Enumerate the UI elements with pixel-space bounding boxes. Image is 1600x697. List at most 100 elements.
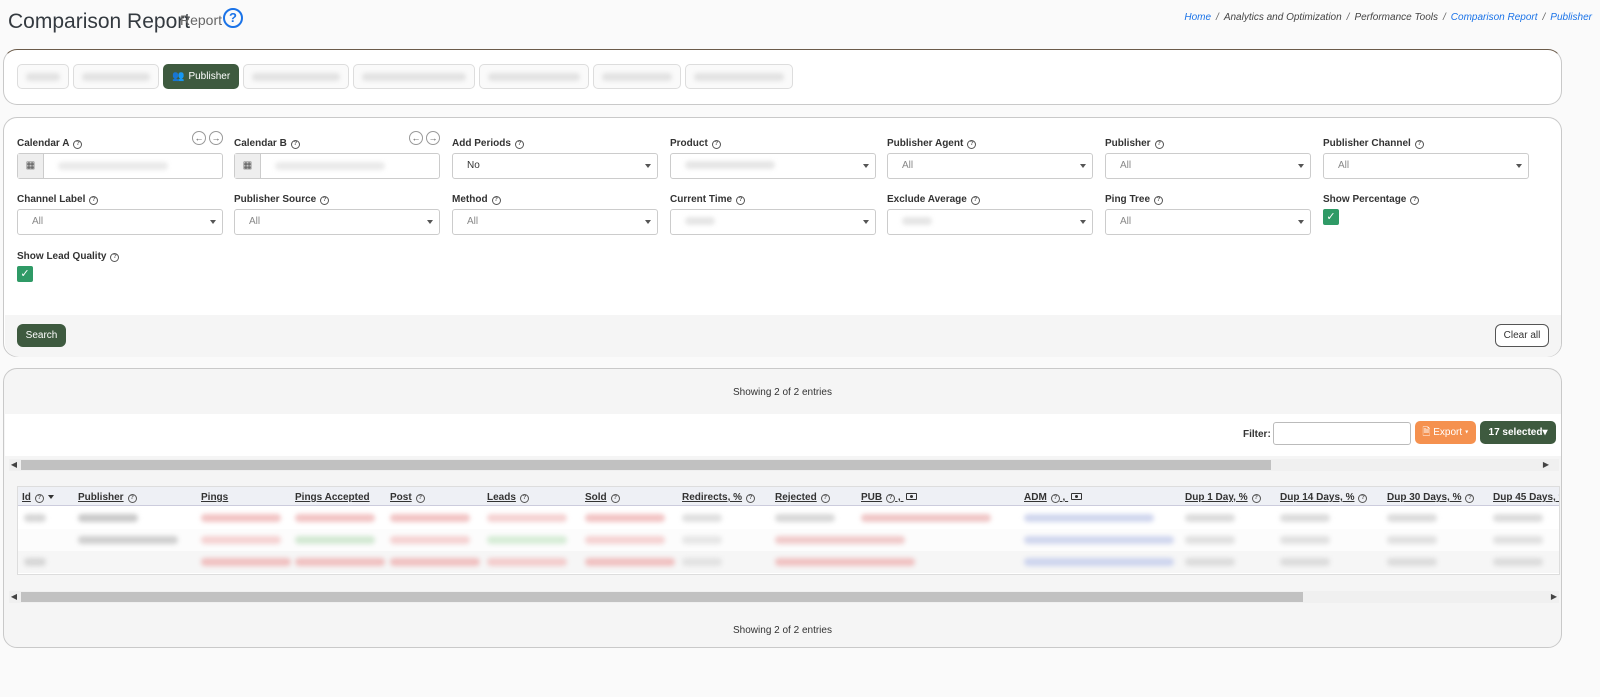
exclude-average-label: Exclude Average xyxy=(887,194,967,205)
table-row[interactable] xyxy=(18,551,1559,573)
next-period-icon[interactable]: → xyxy=(426,131,440,145)
chevron-down-icon: ▾ xyxy=(1464,427,1469,438)
check-icon: ✓ xyxy=(20,268,30,280)
column-header-redirects[interactable]: Redirects, %? xyxy=(682,492,756,503)
export-button[interactable]: 🗎 Export ▾ xyxy=(1415,421,1476,444)
help-icon[interactable]: ? xyxy=(290,140,300,149)
table-toolbar: Filter: 🗎 Export ▾ 17 selected▾ xyxy=(5,414,1561,456)
product-select[interactable] xyxy=(670,153,876,179)
columns-select-button[interactable]: 17 selected▾ xyxy=(1480,421,1556,444)
current-time-field: Current Time? xyxy=(670,189,876,235)
scroll-left-icon[interactable]: ◀ xyxy=(9,459,19,471)
report-tabs-card: 👥 Publisher xyxy=(3,49,1562,105)
tab-publisher[interactable]: 👥 Publisher xyxy=(163,64,240,89)
add-periods-select[interactable]: No xyxy=(452,153,658,179)
publisher-source-label: Publisher Source xyxy=(234,194,317,205)
publisher-channel-select[interactable]: All xyxy=(1323,153,1529,179)
calendar-a-label: Calendar A xyxy=(17,138,70,149)
calendar-icon: ▦ xyxy=(18,154,44,178)
tab-blurred-5[interactable] xyxy=(479,64,590,89)
scroll-thumb[interactable] xyxy=(21,592,1303,602)
publisher-select[interactable]: All xyxy=(1105,153,1311,179)
column-header-dup-45-days[interactable]: Dup 45 Days, %? xyxy=(1493,492,1559,503)
column-header-publisher[interactable]: Publisher? xyxy=(78,492,137,503)
prev-period-icon[interactable]: ← xyxy=(192,131,206,145)
breadcrumb-comparison-report[interactable]: Comparison Report xyxy=(1451,12,1538,23)
show-lead-quality-checkbox[interactable]: ✓ xyxy=(17,266,33,282)
column-header-post[interactable]: Post? xyxy=(390,492,425,503)
column-header-pub[interactable]: PUB? , xyxy=(861,492,918,503)
chevron-down-icon xyxy=(210,220,216,224)
help-icon[interactable]: ? xyxy=(1414,140,1424,149)
tab-blurred-4[interactable] xyxy=(353,64,476,89)
breadcrumb-publisher[interactable]: Publisher xyxy=(1550,12,1592,23)
tab-blurred-6[interactable] xyxy=(593,64,682,89)
column-header-leads[interactable]: Leads? xyxy=(487,492,529,503)
chevron-down-icon xyxy=(427,220,433,224)
help-icon[interactable]: ? xyxy=(89,196,99,205)
column-header-rejected[interactable]: Rejected? xyxy=(775,492,830,503)
scroll-left-icon[interactable]: ◀ xyxy=(9,591,19,603)
product-field: Product? xyxy=(670,133,876,179)
calendar-b-input[interactable]: ▦ xyxy=(234,153,440,179)
scroll-right-icon[interactable]: ▶ xyxy=(1549,591,1559,603)
help-icon[interactable]: ? xyxy=(711,140,721,149)
help-icon[interactable]: ? xyxy=(320,196,330,205)
column-header-dup-14-days[interactable]: Dup 14 Days, %? xyxy=(1280,492,1368,503)
exclude-average-field: Exclude Average? xyxy=(887,189,1093,235)
help-icon[interactable]: ? xyxy=(491,196,501,205)
breadcrumb-home[interactable]: Home xyxy=(1184,12,1211,23)
help-icon[interactable]: ? xyxy=(970,196,980,205)
prev-period-icon[interactable]: ← xyxy=(409,131,423,145)
column-header-dup-1-day[interactable]: Dup 1 Day, %? xyxy=(1185,492,1261,503)
column-header-pings[interactable]: Pings xyxy=(201,492,228,503)
filter-label: Filter: xyxy=(1243,429,1271,440)
tab-blurred-2[interactable] xyxy=(73,64,159,89)
tab-blurred-7[interactable] xyxy=(685,64,794,89)
table-top-scrollbar[interactable]: ◀ ▶ xyxy=(9,459,1559,471)
help-circle-icon[interactable]: ? xyxy=(223,8,243,28)
chevron-down-icon xyxy=(1298,164,1304,168)
page-subtitle: Report xyxy=(180,12,223,28)
help-icon[interactable]: ? xyxy=(1154,140,1164,149)
table-row[interactable] xyxy=(18,529,1559,551)
show-percentage-checkbox[interactable]: ✓ xyxy=(1323,209,1339,225)
table-row[interactable] xyxy=(18,507,1559,529)
help-icon[interactable]: ? xyxy=(1410,196,1420,205)
show-percentage-label: Show Percentage xyxy=(1323,194,1407,205)
next-period-icon[interactable]: → xyxy=(209,131,223,145)
method-select[interactable]: All xyxy=(452,209,658,235)
column-header-dup-30-days[interactable]: Dup 30 Days, %? xyxy=(1387,492,1475,503)
table-bottom-scrollbar[interactable]: ◀ ▶ xyxy=(9,591,1559,603)
search-button[interactable]: Search xyxy=(17,324,66,347)
help-icon[interactable]: ? xyxy=(1154,196,1164,205)
help-icon[interactable]: ? xyxy=(736,196,746,205)
help-icon[interactable]: ? xyxy=(110,253,120,262)
help-icon[interactable]: ? xyxy=(73,140,83,149)
show-percentage-field: Show Percentage? ✓ xyxy=(1323,189,1529,225)
column-header-adm[interactable]: ADM? , xyxy=(1024,492,1083,503)
breadcrumb-performance-tools: Performance Tools xyxy=(1354,12,1439,23)
tab-blurred-3[interactable] xyxy=(243,64,350,89)
scroll-right-icon[interactable]: ▶ xyxy=(1541,459,1551,471)
current-time-select[interactable] xyxy=(670,209,876,235)
calendar-a-input[interactable]: ▦ xyxy=(17,153,223,179)
column-header-id[interactable]: Id? xyxy=(22,492,54,503)
publisher-channel-label: Publisher Channel xyxy=(1323,138,1411,149)
tab-blurred-1[interactable] xyxy=(17,64,69,89)
help-icon[interactable]: ? xyxy=(967,140,977,149)
column-header-pings-accepted[interactable]: Pings Accepted xyxy=(295,492,370,503)
channel-label-select[interactable]: All xyxy=(17,209,223,235)
publisher-source-select[interactable]: All xyxy=(234,209,440,235)
publisher-agent-select[interactable]: All xyxy=(887,153,1093,179)
publisher-label: Publisher xyxy=(1105,138,1151,149)
filter-input[interactable] xyxy=(1273,422,1411,445)
column-header-sold[interactable]: Sold? xyxy=(585,492,620,503)
page-title: Comparison Report xyxy=(8,10,191,33)
scroll-thumb[interactable] xyxy=(21,460,1271,470)
current-time-label: Current Time xyxy=(670,194,733,205)
exclude-average-select[interactable] xyxy=(887,209,1093,235)
clear-all-button[interactable]: Clear all xyxy=(1495,324,1549,347)
help-icon[interactable]: ? xyxy=(514,140,524,149)
ping-tree-select[interactable]: All xyxy=(1105,209,1311,235)
